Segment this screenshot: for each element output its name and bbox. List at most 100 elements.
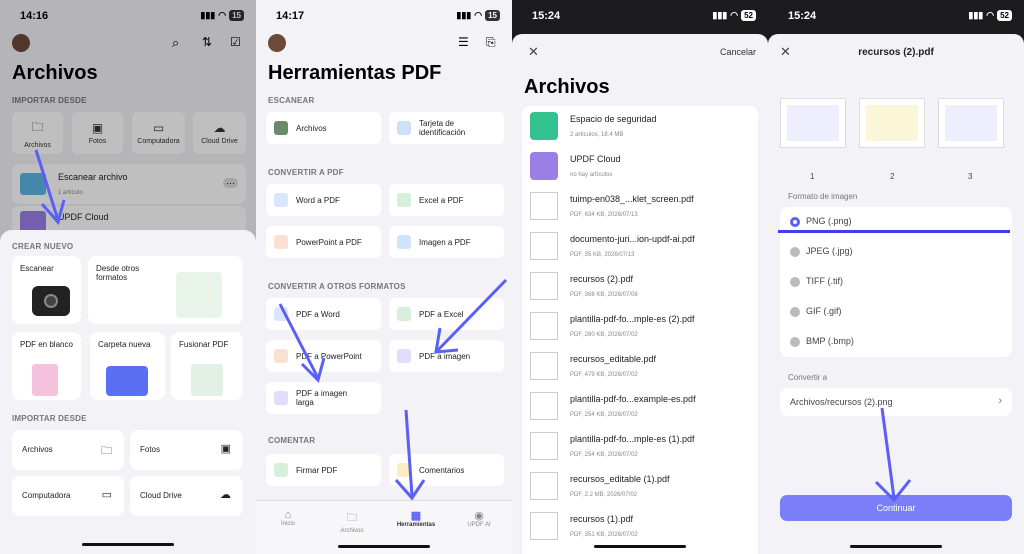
scan-id-tool[interactable]: Tarjeta de identificación	[389, 112, 504, 144]
tool-label: Comentarios	[419, 465, 465, 475]
file-thumbnail	[530, 472, 558, 500]
file-row[interactable]: recursos (1).pdf PDF, 351 KB, 2026/07/02	[522, 506, 756, 546]
file-thumbnail	[530, 392, 558, 420]
continue-button[interactable]: Continuar	[780, 495, 1012, 521]
section-label: CONVERTIR A PDF	[268, 168, 344, 177]
button-label: Continuar	[876, 503, 916, 513]
avatar[interactable]	[268, 34, 286, 52]
tool-label: PDF a Excel	[419, 309, 464, 319]
cloud-icon: ☁	[220, 489, 231, 501]
radio-unselected[interactable]	[790, 307, 800, 317]
page-title: Herramientas PDF	[268, 62, 442, 84]
comment-icon	[397, 463, 411, 477]
scan-doc-icon[interactable]: ⎘	[486, 35, 496, 50]
close-icon[interactable]: ✕	[528, 44, 539, 60]
camera-icon	[32, 286, 70, 316]
folder-icon: 🗀	[346, 512, 358, 524]
image-to-pdf-tool[interactable]: Imagen a PDF	[389, 226, 504, 258]
pdf-to-ppt-tool[interactable]: PDF a PowerPoint	[266, 340, 381, 372]
file-row[interactable]: documento-juri...ion-updf-ai.pdf PDF, 35 …	[522, 226, 756, 266]
tab-files[interactable]: 🗀 Archivos	[336, 509, 368, 534]
file-thumbnail	[530, 232, 558, 260]
format-option-gif[interactable]: GIF (.gif)	[780, 297, 1012, 327]
powerpoint-icon	[274, 235, 288, 249]
format-label: BMP (.bmp)	[806, 336, 854, 346]
import-files-row[interactable]: Archivos 🗀	[12, 430, 124, 470]
folder-meta: 2 artículos, 18.4 MB	[570, 132, 624, 138]
comments-tool[interactable]: Comentarios	[389, 454, 504, 486]
page-thumbnail[interactable]	[859, 98, 925, 148]
document-title: recursos (2).pdf	[858, 47, 934, 58]
card-label: Fusionar PDF	[179, 340, 229, 349]
document-stack-icon	[176, 272, 222, 318]
import-computer-row[interactable]: Computadora ▭	[12, 476, 124, 516]
file-row[interactable]: plantilla-pdf-fo...mple-es (1).pdf PDF, 2…	[522, 426, 756, 466]
radio-unselected[interactable]	[790, 277, 800, 287]
tab-home[interactable]: ⌂ Inicio	[274, 509, 302, 527]
folder-row[interactable]: UPDF Cloud no hay artículos	[522, 146, 756, 186]
radio-unselected[interactable]	[790, 337, 800, 347]
status-time: 15:24	[788, 10, 817, 22]
format-label: Formato de imagen	[788, 192, 858, 201]
file-name: documento-juri...ion-updf-ai.pdf	[570, 234, 695, 244]
excel-to-pdf-tool[interactable]: Excel a PDF	[389, 184, 504, 216]
card-label: Desde otros formatos	[96, 264, 140, 282]
format-option-bmp[interactable]: BMP (.bmp)	[780, 327, 1012, 357]
tab-ai[interactable]: ◉ UPDF AI	[464, 509, 494, 528]
file-row[interactable]: recursos_editable.pdf PDF, 479 KB, 2026/0…	[522, 346, 756, 386]
pdf-to-long-image-tool[interactable]: PDF a imagen larga	[266, 382, 381, 414]
folder-icon	[530, 152, 558, 180]
import-cloud-row[interactable]: Cloud Drive ☁	[130, 476, 243, 516]
file-name: recursos_editable (1).pdf	[570, 474, 670, 484]
wifi-icon: ◠	[730, 10, 739, 20]
create-blank-card[interactable]: PDF en blanco	[12, 332, 81, 400]
import-photos-row[interactable]: Fotos ▣	[130, 430, 243, 470]
format-label: JPEG (.jpg)	[806, 246, 853, 256]
create-scan-card[interactable]: Escanear	[12, 256, 81, 324]
pdf-to-image-tool[interactable]: PDF a imagen	[389, 340, 504, 372]
cancel-button[interactable]: Cancelar	[720, 47, 756, 57]
format-label: GIF (.gif)	[806, 306, 842, 316]
card-label: Carpeta nueva	[98, 340, 151, 349]
format-option-jpeg[interactable]: JPEG (.jpg)	[780, 237, 1012, 267]
output-path-row[interactable]: Archivos/recursos (2).png ›	[780, 388, 1012, 416]
format-label: TIFF (.tif)	[806, 276, 843, 286]
file-row[interactable]: tuimp-en038_...klet_screen.pdf PDF, 634 K…	[522, 186, 756, 226]
row-label: Archivos	[22, 445, 53, 454]
page-thumbnail[interactable]	[780, 98, 846, 148]
radio-selected[interactable]	[790, 217, 800, 227]
add-page-icon	[32, 364, 58, 396]
folder-row[interactable]: Espacio de seguridad 2 artículos, 18.4 MB	[522, 106, 756, 146]
format-label: PNG (.png)	[806, 216, 852, 226]
format-option-tiff[interactable]: TIFF (.tif)	[780, 267, 1012, 297]
tool-label: PDF a PowerPoint	[296, 351, 362, 361]
page-thumbnail[interactable]	[938, 98, 1004, 148]
create-merge-card[interactable]: Fusionar PDF	[171, 332, 243, 400]
tab-label: Archivos	[340, 528, 364, 534]
file-name: plantilla-pdf-fo...example-es.pdf	[570, 394, 696, 404]
word-to-pdf-tool[interactable]: Word a PDF	[266, 184, 381, 216]
scan-files-tool[interactable]: Archivos	[266, 112, 381, 144]
status-bar: 14:17 ▮▮▮ ◠ 15	[256, 8, 512, 24]
file-row[interactable]: recursos_editable (1).pdf PDF, 2.2 MB, 20…	[522, 466, 756, 506]
file-row[interactable]: recursos (2).pdf PDF, 368 KB, 2026/07/08	[522, 266, 756, 306]
file-meta: PDF, 280 KB, 2026/07/02	[570, 332, 638, 338]
pdf-to-word-tool[interactable]: PDF a Word	[266, 298, 381, 330]
tools-panel: 14:17 ▮▮▮ ◠ 15 ☰ ⎘ Herramientas PDF ESCANE…	[256, 0, 512, 554]
file-thumbnail	[530, 272, 558, 300]
file-row[interactable]: plantilla-pdf-fo...example-es.pdf PDF, 25…	[522, 386, 756, 426]
radio-unselected[interactable]	[790, 247, 800, 257]
folder-meta: no hay artículos	[570, 172, 613, 178]
create-from-formats-card[interactable]: Desde otros formatos	[88, 256, 243, 324]
tab-tools[interactable]: ▦ Herramientas	[392, 509, 440, 528]
sign-pdf-tool[interactable]: Firmar PDF	[266, 454, 381, 486]
page-number: 3	[968, 172, 973, 181]
file-row[interactable]: plantilla-pdf-fo...mple-es (2).pdf PDF, 2…	[522, 306, 756, 346]
pdf-to-excel-tool[interactable]: PDF a Excel	[389, 298, 504, 330]
create-folder-card[interactable]: Carpeta nueva	[90, 332, 165, 400]
home-indicator	[338, 545, 430, 548]
ppt-to-pdf-tool[interactable]: PowerPoint a PDF	[266, 226, 381, 258]
wifi-icon: ◠	[474, 10, 483, 20]
list-icon[interactable]: ☰	[458, 35, 469, 49]
signature-icon	[274, 463, 288, 477]
